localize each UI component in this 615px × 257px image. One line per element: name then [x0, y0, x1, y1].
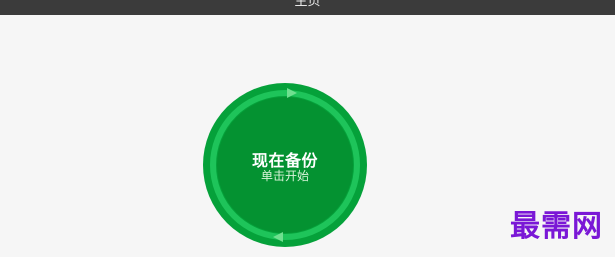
title-bar: 主页	[0, 0, 615, 15]
watermark-logo: 最需网	[510, 209, 603, 244]
backup-now-button[interactable]: 现在备份 单击开始	[203, 83, 367, 247]
app-window: 主页 现在备份 单击开始 最需网	[0, 0, 615, 257]
click-to-start-label: 单击开始	[260, 169, 309, 183]
window-title: 主页	[294, 0, 321, 9]
